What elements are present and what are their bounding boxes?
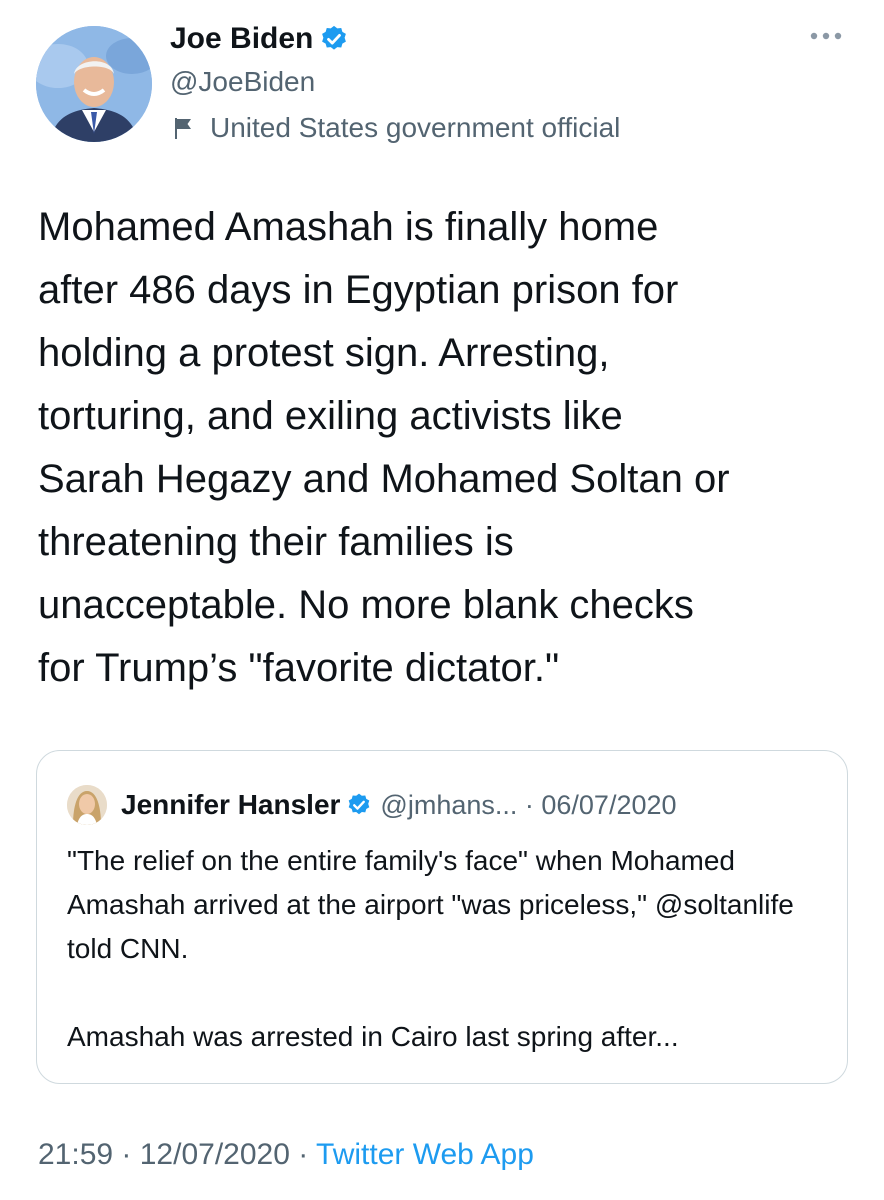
verified-badge-icon [349,793,370,815]
verified-badge-icon [322,25,347,50]
flag-icon [175,118,191,139]
author-avatar[interactable] [36,26,152,142]
quoted-author-avatar [67,785,107,825]
quoted-handle: @jmhans... [380,789,518,820]
tweet-date[interactable]: 12/07/2020 [140,1138,290,1171]
meta-separator: · [517,789,542,820]
quoted-text-paragraph: "The relief on the entire family's face"… [67,845,794,964]
meta-separator: · [298,1138,317,1171]
avatar-image [36,26,152,142]
quoted-date: 06/07/2020 [541,789,677,820]
quoted-author-name: Jennifer Hansler [121,789,341,820]
quoted-tweet[interactable]: Jennifer Hansler @jmhans... · 06/07/2020… [36,750,848,1084]
author-handle[interactable]: @JoeBiden [170,66,315,98]
government-label[interactable]: United States government official [172,112,620,144]
tweet-source-link[interactable]: Twitter Web App [316,1138,534,1171]
quoted-text-paragraph: Amashah was arrested in Cairo last sprin… [67,1021,679,1052]
meta-separator: · [121,1138,140,1171]
government-label-text: United States government official [210,112,621,143]
tweet-footer: 21:59 · 12/07/2020 · Twitter Web App [38,1138,534,1172]
tweet-text: Mohamed Amashah is finally home after 48… [38,205,730,690]
quoted-text: "The relief on the entire family's face"… [67,839,827,1059]
quoted-avatar-image [67,785,107,825]
author-name[interactable]: Joe Biden [170,22,313,56]
tweet-detail: Joe Biden @JoeBiden United States govern… [0,0,884,1200]
more-options-icon[interactable] [806,26,846,46]
tweet-time[interactable]: 21:59 [38,1138,113,1171]
